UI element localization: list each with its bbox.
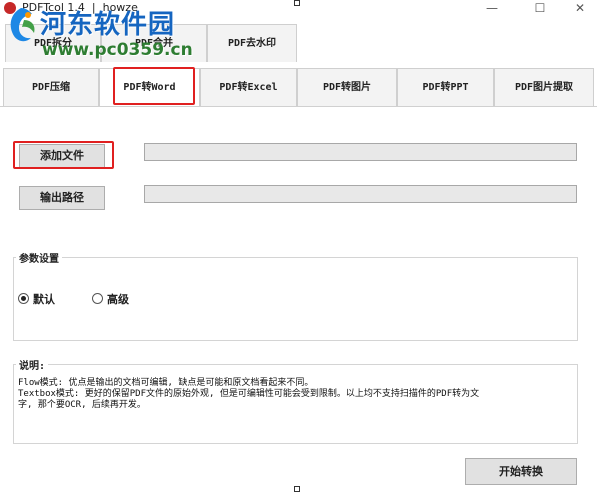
tab-pdf-remove-watermark[interactable]: PDF去水印 [207,24,297,62]
description-line-3: 字, 那个要OCR, 后续再开发。 [18,400,146,410]
tab-row-bottom: PDF压缩 PDF转Word PDF转Excel PDF转图片 PDF转PPT … [0,68,597,106]
app-icon [4,2,16,14]
output-path-field[interactable] [144,185,577,203]
tab-pdf-split[interactable]: PDF拆分 [5,24,101,62]
close-button[interactable]: ✕ [565,0,595,18]
tab-pdf-to-ppt[interactable]: PDF转PPT [397,68,494,106]
description-group-label: 说明: [16,357,49,372]
params-group-label: 参数设置 [16,250,62,265]
tab-pdf-image-extract[interactable]: PDF图片提取 [494,68,594,106]
resize-handle-top[interactable] [294,0,300,6]
window-title: PDFTcol 1.4 | howze [22,1,138,14]
description-line-1: Flow模式: 优点是输出的文档可编辑, 缺点是可能和原文档看起来不同。 [18,378,314,388]
radio-advanced-label: 高级 [107,293,129,306]
tab-panel-divider [0,106,597,107]
start-convert-button[interactable]: 开始转换 [465,458,577,485]
maximize-button[interactable]: ☐ [525,0,555,18]
file-path-field[interactable] [144,143,577,161]
radio-default[interactable] [18,293,29,304]
tab-pdf-to-image[interactable]: PDF转图片 [297,68,397,106]
minimize-button[interactable]: — [477,0,507,18]
output-path-button[interactable]: 输出路径 [19,186,105,210]
tab-pdf-compress[interactable]: PDF压缩 [3,68,99,106]
active-tab-highlight [113,67,195,105]
resize-handle-bottom[interactable] [294,486,300,492]
radio-advanced[interactable] [92,293,103,304]
tab-pdf-to-excel[interactable]: PDF转Excel [200,68,297,106]
tab-pdf-merge[interactable]: PDF合并 [101,24,207,62]
description-line-2: Textbox模式: 更好的保留PDF文件的原始外观, 但是可编辑性可能会受到限… [18,389,480,399]
radio-default-label: 默认 [33,293,55,306]
tab-row-top: PDF拆分 PDF合并 PDF去水印 [0,24,597,62]
add-file-highlight [13,141,114,169]
